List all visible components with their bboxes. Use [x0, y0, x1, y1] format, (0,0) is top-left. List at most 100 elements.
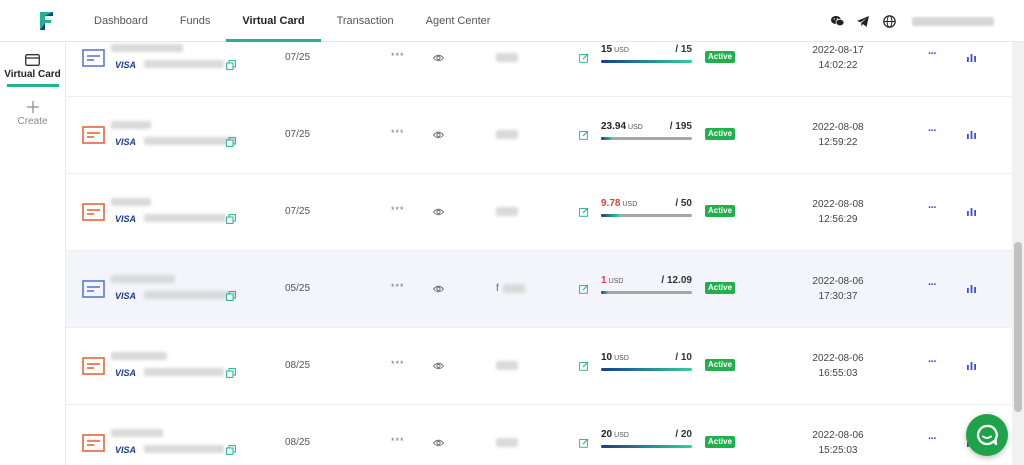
cardholder-name — [111, 198, 151, 206]
bar-chart-icon[interactable] — [967, 54, 976, 62]
created-date: 2022-08-06 — [812, 353, 864, 364]
edit-icon[interactable] — [579, 207, 589, 217]
card-limit: / 50 — [675, 198, 692, 209]
balance-value: 1 — [601, 275, 607, 286]
bar-chart-icon[interactable] — [967, 208, 976, 216]
more-icon[interactable]: ··· — [928, 125, 937, 137]
wechat-icon[interactable] — [830, 14, 844, 28]
telegram-icon[interactable] — [856, 14, 870, 28]
user-account-name[interactable] — [912, 16, 994, 26]
copy-icon[interactable] — [226, 137, 236, 147]
edit-icon[interactable] — [579, 130, 589, 140]
table-row: VISA 07/25 *** 9.78 USD / 50 Active 2022-… — [66, 174, 1012, 251]
cvv-mask: *** — [391, 359, 405, 369]
balance-value: 9.78 — [601, 198, 621, 209]
created-date: 2022-08-08 — [812, 199, 864, 210]
card-alias — [496, 438, 518, 447]
status-badge: Active — [705, 128, 736, 140]
balance-progress-bar — [601, 214, 692, 217]
more-icon[interactable]: ··· — [928, 202, 937, 214]
created-date: 2022-08-08 — [812, 122, 864, 133]
top-navbar: Dashboard Funds Virtual Card Transaction Age… — [0, 0, 1024, 42]
eye-icon[interactable] — [433, 131, 444, 139]
chat-icon — [976, 424, 998, 446]
card-brand: VISA — [115, 368, 137, 378]
copy-icon[interactable] — [226, 214, 236, 224]
cvv-mask: *** — [391, 128, 405, 138]
edit-icon[interactable] — [579, 361, 589, 371]
balance-value: 23.94 — [601, 121, 627, 132]
card-balance: 10 USD — [601, 352, 629, 363]
eye-icon[interactable] — [433, 208, 444, 216]
table-row: VISA 05/25 *** f 1 USD / 12.09 Active 202… — [66, 251, 1012, 328]
bar-chart-icon[interactable] — [967, 131, 976, 139]
top-right-actions — [830, 0, 994, 42]
card-number — [144, 291, 236, 299]
expiry-date: 07/25 — [285, 52, 311, 63]
bar-chart-icon[interactable] — [967, 362, 976, 370]
more-icon[interactable]: ··· — [928, 48, 937, 60]
created-date: 2022-08-17 — [812, 45, 864, 56]
card-limit: / 12.09 — [661, 275, 692, 286]
cardholder-name — [111, 44, 183, 52]
card-brand: VISA — [115, 445, 137, 455]
table-row: VISA 08/25 *** 10 USD / 10 Active 2022-08… — [66, 328, 1012, 405]
status-badge: Active — [705, 205, 736, 217]
card-icon — [82, 357, 105, 375]
cvv-mask: *** — [391, 205, 405, 215]
card-icon — [25, 54, 40, 66]
created-datetime: 2022-08-17 14:02:22 — [806, 43, 870, 73]
balance-progress-bar — [601, 291, 692, 294]
nav-item-dashboard[interactable]: Dashboard — [78, 0, 164, 42]
edit-icon[interactable] — [579, 284, 589, 294]
edit-icon[interactable] — [579, 53, 589, 63]
eye-icon[interactable] — [433, 285, 444, 293]
cvv-mask: *** — [391, 282, 405, 292]
card-icon — [82, 203, 105, 221]
currency-label: USD — [614, 47, 629, 54]
card-number — [144, 368, 224, 376]
copy-icon[interactable] — [226, 291, 236, 301]
eye-icon[interactable] — [433, 439, 444, 447]
more-icon[interactable]: ··· — [928, 356, 937, 368]
chat-button[interactable] — [966, 414, 1008, 456]
more-icon[interactable]: ··· — [928, 279, 937, 291]
table-row: VISA 08/25 *** 20 USD / 20 Active 2022-08… — [66, 405, 1012, 465]
nav-item-funds[interactable]: Funds — [164, 0, 227, 42]
status-badge: Active — [705, 436, 736, 448]
copy-icon[interactable] — [226, 368, 236, 378]
nav-item-virtual-card[interactable]: Virtual Card — [226, 0, 321, 42]
card-number — [144, 60, 224, 68]
bar-chart-icon[interactable] — [967, 285, 976, 293]
table-row: VISA 07/25 *** 15 USD / 15 Active 2022-08… — [66, 42, 1012, 97]
logo-icon[interactable] — [38, 11, 56, 31]
expiry-date: 08/25 — [285, 437, 311, 448]
nav-item-agent-center[interactable]: Agent Center — [410, 0, 507, 42]
copy-icon[interactable] — [226, 445, 236, 455]
eye-icon[interactable] — [433, 362, 444, 370]
sidebar-item-virtual-card[interactable]: Virtual Card — [0, 54, 65, 87]
more-icon[interactable]: ··· — [928, 433, 937, 445]
nav-item-transaction[interactable]: Transaction — [321, 0, 410, 42]
eye-icon[interactable] — [433, 54, 444, 62]
card-limit: / 10 — [675, 352, 692, 363]
created-date: 2022-08-06 — [812, 276, 864, 287]
scrollbar-thumb[interactable] — [1014, 242, 1022, 412]
created-time: 15:25:03 — [818, 445, 858, 456]
cardholder-name — [111, 275, 175, 283]
card-brand: VISA — [115, 214, 137, 224]
currency-label: USD — [614, 432, 629, 439]
card-table: VISA 07/25 *** 15 USD / 15 Active 2022-08… — [66, 42, 1012, 465]
card-brand: VISA — [115, 291, 137, 301]
card-alias-prefix: f — [496, 283, 499, 294]
copy-icon[interactable] — [226, 60, 236, 70]
created-time: 17:30:37 — [818, 291, 858, 302]
created-time: 12:56:29 — [818, 214, 858, 225]
globe-icon[interactable] — [882, 14, 896, 28]
edit-icon[interactable] — [579, 438, 589, 448]
sidebar-item-create[interactable]: Create — [0, 101, 65, 127]
cardholder-name — [111, 429, 163, 437]
balance-value: 10 — [601, 352, 613, 363]
scrollbar[interactable] — [1012, 42, 1024, 465]
main-nav: Dashboard Funds Virtual Card Transaction Age… — [78, 0, 506, 42]
